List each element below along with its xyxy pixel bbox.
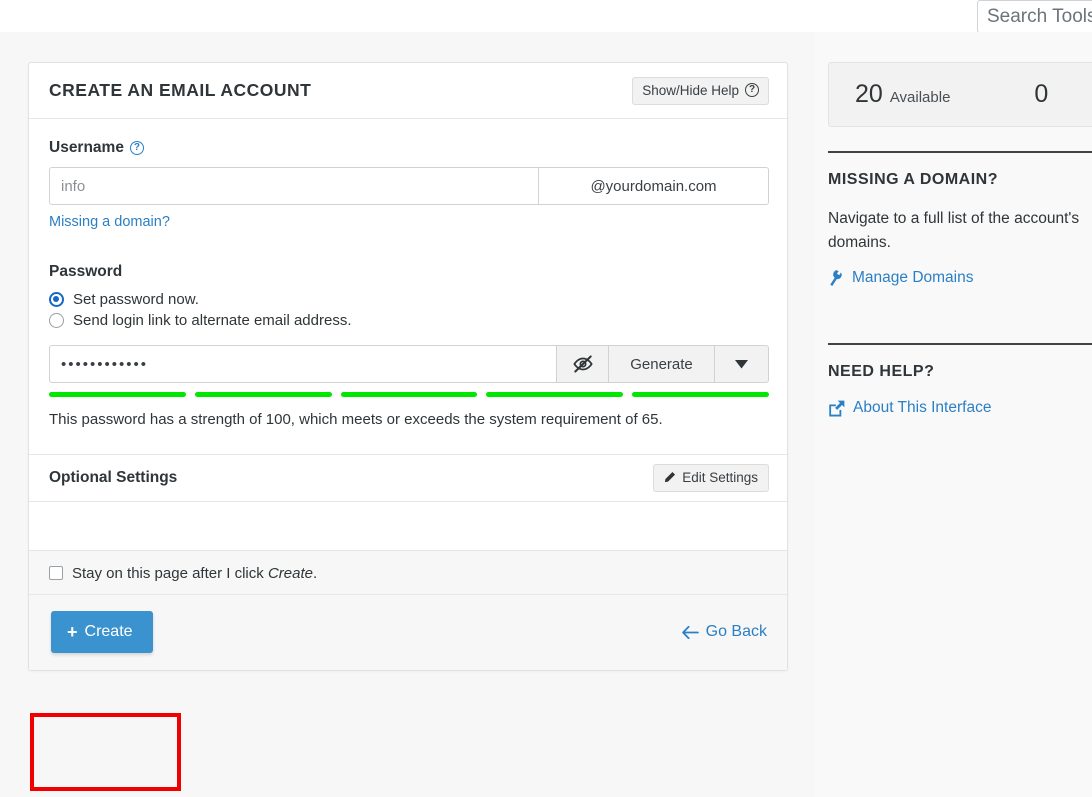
strength-segment [340,392,478,397]
go-back-link[interactable]: Go Back [681,623,767,641]
search-tools-box[interactable] [977,0,1092,33]
generate-password-button[interactable]: Generate [609,345,715,383]
search-input[interactable] [978,1,1092,32]
username-input-group: @yourdomain.com [49,167,769,205]
password-strength-meter [49,392,769,397]
footer-actions: + Create Go Back [29,593,787,670]
password-label: Password [49,263,123,280]
strength-segment [49,392,186,397]
password-input-group: Generate [49,345,769,383]
external-link-icon [829,400,845,416]
about-this-interface-link[interactable]: About This Interface [828,399,1092,417]
stay-label-pre: Stay on this page after I click [72,564,268,582]
page-title: CREATE AN EMAIL ACCOUNT [49,80,312,100]
stat-available: 20 Available [855,80,950,109]
about-this-interface-label: About This Interface [853,399,992,417]
manage-domains-label: Manage Domains [852,269,974,287]
strength-segment [486,392,624,397]
radio-send-login-link[interactable]: Send login link to alternate email addre… [49,312,767,329]
password-input[interactable] [49,345,557,383]
edit-settings-label: Edit Settings [682,469,758,485]
question-circle-icon[interactable]: ? [129,141,144,155]
stat-available-label: Available [889,89,951,106]
optional-settings-header: Optional Settings Edit Settings [29,453,787,501]
stay-label-em: Create [267,564,313,582]
card-header: CREATE AN EMAIL ACCOUNT Show/Hide Help ? [29,63,787,119]
stat-available-number: 20 [855,80,883,108]
wrench-icon [830,270,842,286]
password-strength-text: This password has a strength of 100, whi… [49,411,663,428]
strength-segment [632,392,769,397]
domain-addon: @yourdomain.com [539,167,769,205]
radio-send-login-link-label: Send login link to alternate email addre… [73,312,352,329]
account-stats-box: 20 Available 0 [828,62,1092,127]
missing-a-domain-link[interactable]: Missing a domain? [49,214,170,230]
stay-on-page-checkbox-row[interactable]: Stay on this page after I click Create. [49,565,767,582]
stat-second-number: 0 [1034,80,1049,108]
right-sidebar: 20 Available 0 MISSING A DOMAIN? Navigat… [815,32,1092,797]
plus-icon: + [67,622,78,642]
username-input[interactable] [49,167,539,205]
show-hide-help-button[interactable]: Show/Hide Help ? [632,76,769,105]
password-section: Password Set password now. Send login li… [49,263,769,432]
pencil-icon [665,471,676,482]
create-button-label: Create [84,623,133,640]
sidebar-section-text: Navigate to a full list of the account's… [828,210,1080,252]
radio-indicator[interactable] [49,292,64,307]
arrow-left-icon [681,625,699,639]
generate-options-dropdown[interactable] [715,345,769,383]
sidebar-section-title: NEED HELP? [828,363,935,381]
show-hide-help-label: Show/Hide Help [642,82,739,98]
strength-segment [194,392,332,397]
radio-indicator[interactable] [49,313,64,328]
optional-settings-title: Optional Settings [49,468,178,486]
stay-label-post: . [312,564,318,582]
stat-second: 0 [1034,80,1055,109]
generate-label: Generate [630,355,693,373]
stay-on-page-checkbox[interactable] [49,566,63,580]
manage-domains-link[interactable]: Manage Domains [828,269,1092,287]
create-button-highlight [30,713,181,791]
top-bar [0,0,1092,33]
go-back-label: Go Back [705,623,767,640]
radio-set-password-now-label: Set password now. [73,291,199,308]
stay-on-page-label: Stay on this page after I click Create. [72,565,317,582]
create-button[interactable]: + Create [51,611,153,653]
chevron-down-icon [735,359,748,368]
sidebar-section-title: MISSING A DOMAIN? [828,171,998,188]
sidebar-section-need-help: NEED HELP? About This Interface [815,345,1092,417]
page-body: CREATE AN EMAIL ACCOUNT Show/Hide Help ?… [0,32,1092,797]
eye-slash-icon[interactable] [557,345,609,383]
question-circle-icon: ? [745,83,759,97]
radio-set-password-now[interactable]: Set password now. [49,291,767,308]
username-label-row: Username ? [49,139,767,157]
sidebar-section-missing-domain: MISSING A DOMAIN? Navigate to a full lis… [815,153,1092,287]
create-email-account-card: CREATE AN EMAIL ACCOUNT Show/Hide Help ?… [28,62,788,671]
username-label: Username [49,139,124,156]
card-body: Username ? @yourdomain.com Missing a dom… [29,119,787,550]
edit-settings-button[interactable]: Edit Settings [653,463,769,492]
card-footer: Stay on this page after I click Create. … [29,549,787,670]
optional-settings-body [29,500,787,546]
